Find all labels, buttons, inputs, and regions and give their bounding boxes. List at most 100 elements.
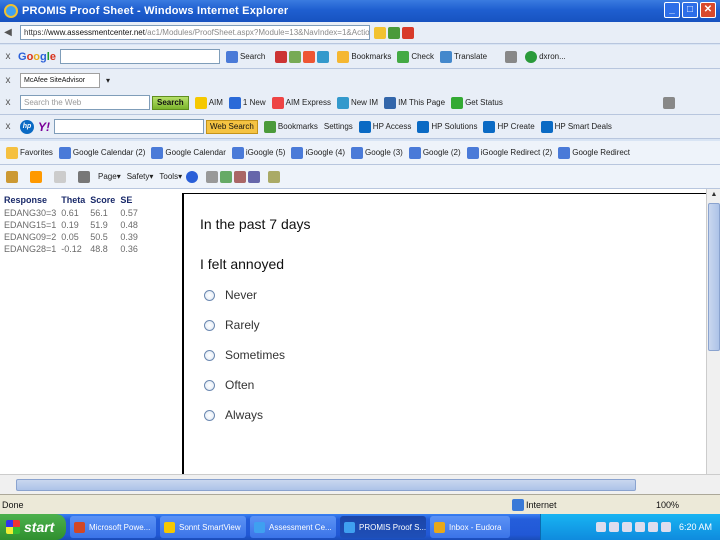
read-mail-icon[interactable]: [54, 170, 66, 183]
taskbar-item-smartview[interactable]: Sonnt SmartView: [160, 516, 246, 538]
radio-button[interactable]: [204, 289, 215, 301]
gear-icon[interactable]: [662, 96, 675, 109]
favorite-link[interactable]: Google Calendar (2): [58, 146, 145, 159]
aim-search-button[interactable]: Search: [152, 95, 189, 110]
favorites-button[interactable]: Favorites: [6, 146, 53, 159]
safety-menu[interactable]: Safety ▾: [127, 172, 154, 181]
sidewiki-icon[interactable]: [317, 50, 330, 63]
scrollbar-thumb[interactable]: [708, 203, 720, 351]
rss-feed-icon[interactable]: [30, 170, 42, 183]
zoom-level[interactable]: 100%: [656, 500, 679, 510]
settings-button[interactable]: Settings: [324, 122, 353, 131]
google-search-button[interactable]: Search: [225, 50, 265, 63]
research-icon[interactable]: [206, 170, 219, 183]
yahoo-search-input[interactable]: [54, 119, 204, 134]
back-forward-icon[interactable]: ◀: [0, 27, 16, 38]
url-field[interactable]: https://www.assessmentcenter.net/ac1/Mod…: [20, 25, 370, 40]
favorite-link[interactable]: Google (3): [351, 146, 403, 159]
aim-express-button[interactable]: AIM Express: [271, 96, 331, 109]
answer-option-always[interactable]: Always: [204, 400, 285, 430]
hp-smart-deals-button[interactable]: HP Smart Deals: [540, 120, 612, 133]
google-account-button[interactable]: dxron...: [525, 50, 566, 63]
taskbar-item-eudora[interactable]: Inbox - Eudora: [430, 516, 510, 538]
answer-option-never[interactable]: Never: [204, 280, 285, 310]
minimize-button[interactable]: _: [664, 2, 680, 18]
spell-check-button[interactable]: Check: [397, 50, 434, 63]
taskbar-item-assessment-center[interactable]: Assessment Ce...: [250, 516, 336, 538]
translate-button[interactable]: Translate: [440, 50, 487, 63]
google-favicon-icon: [151, 146, 164, 159]
help-icon[interactable]: [595, 522, 606, 532]
google-bookmarks-button[interactable]: Bookmarks: [337, 50, 391, 63]
gmail-notifier-icon[interactable]: [660, 522, 671, 532]
security-icon[interactable]: [634, 522, 645, 532]
hp-logo-icon[interactable]: hp: [20, 119, 34, 134]
hp-solutions-button[interactable]: HP Solutions: [417, 120, 477, 133]
google-search-input[interactable]: [59, 49, 220, 64]
taskbar-item-promis[interactable]: PROMIS Proof S...: [340, 516, 426, 538]
popup-blocker-icon[interactable]: [303, 50, 316, 63]
scrollbar-thumb[interactable]: [16, 479, 636, 491]
home-icon[interactable]: [6, 170, 18, 183]
close-toolbar-icon[interactable]: x: [0, 51, 16, 62]
yahoo-logo-icon[interactable]: Y!: [38, 120, 50, 134]
close-button[interactable]: ✕: [700, 2, 716, 18]
answer-option-sometimes[interactable]: Sometimes: [204, 340, 285, 370]
radio-button[interactable]: [204, 319, 215, 331]
hp-access-button[interactable]: HP Access: [358, 120, 411, 133]
close-toolbar-icon[interactable]: x: [0, 75, 16, 86]
gmail-icon[interactable]: [275, 50, 288, 63]
favorite-link[interactable]: iGoogle (5): [231, 146, 285, 159]
column-header: Response: [4, 195, 48, 205]
volume-icon[interactable]: [621, 522, 632, 532]
aim-button[interactable]: AIM: [194, 96, 223, 109]
mcafee-siteadvisor-button[interactable]: McAfee SiteAdvisor: [20, 73, 100, 88]
help-icon[interactable]: [186, 170, 199, 183]
vertical-scrollbar[interactable]: ▲ ▼: [706, 189, 720, 494]
hp-create-button[interactable]: HP Create: [483, 120, 535, 133]
stop-icon[interactable]: [402, 26, 414, 39]
close-toolbar-icon[interactable]: x: [0, 97, 16, 108]
favorite-link[interactable]: Google (2): [408, 146, 461, 159]
mcafee-icon[interactable]: [647, 522, 658, 532]
messenger-icon[interactable]: [220, 170, 233, 183]
scroll-up-icon[interactable]: ▲: [708, 189, 720, 201]
answer-option-often[interactable]: Often: [204, 370, 285, 400]
favorite-link[interactable]: Google Redirect: [558, 146, 630, 159]
favorite-link[interactable]: iGoogle Redirect (2): [466, 146, 552, 159]
radio-button[interactable]: [204, 409, 215, 421]
close-toolbar-icon[interactable]: x: [0, 121, 16, 132]
aim-search-input[interactable]: Search the Web: [20, 95, 150, 110]
network-icon[interactable]: [608, 522, 619, 532]
horizontal-scrollbar[interactable]: [0, 474, 720, 494]
get-status-button[interactable]: Get Status: [451, 96, 503, 109]
addon-icon[interactable]: [248, 170, 261, 183]
security-zone[interactable]: Internet: [512, 498, 557, 511]
print-icon[interactable]: [78, 170, 90, 183]
note-icon[interactable]: [268, 170, 281, 183]
maximize-button[interactable]: □: [682, 2, 698, 18]
favorite-link[interactable]: Google Calendar: [151, 146, 226, 159]
aim-new-button[interactable]: 1 New: [228, 96, 266, 109]
new-im-button[interactable]: New IM: [336, 96, 378, 109]
im-this-page-button[interactable]: IM This Page: [384, 96, 445, 109]
refresh-icon[interactable]: [388, 26, 400, 39]
wrench-icon[interactable]: [505, 50, 518, 63]
start-button[interactable]: start: [0, 514, 66, 540]
radio-button[interactable]: [204, 349, 215, 361]
radio-button[interactable]: [204, 379, 215, 391]
yahoo-bookmarks-button[interactable]: Bookmarks: [263, 120, 318, 133]
news-icon[interactable]: [289, 50, 302, 63]
page-menu[interactable]: Page ▾: [98, 172, 121, 181]
addon-icon[interactable]: [234, 170, 247, 183]
tools-menu[interactable]: Tools ▾: [159, 172, 182, 181]
se-cell: 0.36: [120, 244, 138, 254]
clock[interactable]: 6:20 AM: [679, 522, 712, 532]
dropdown-icon[interactable]: ▾: [106, 76, 110, 85]
answer-option-rarely[interactable]: Rarely: [204, 310, 285, 340]
google-favicon-icon: [58, 146, 71, 159]
taskbar-item-powerpoint[interactable]: Microsoft Powe...: [70, 516, 156, 538]
web-search-button[interactable]: Web Search: [206, 119, 258, 134]
favorite-link[interactable]: iGoogle (4): [291, 146, 345, 159]
lock-icon[interactable]: [374, 26, 386, 39]
